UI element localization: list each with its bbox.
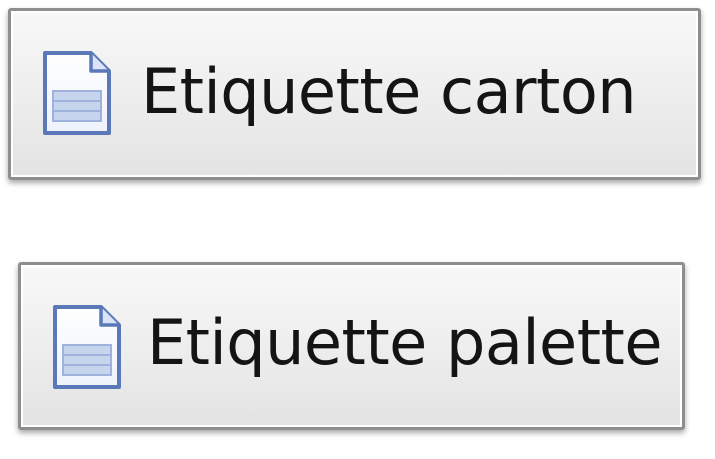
etiquette-palette-button[interactable]: Etiquette palette [18, 262, 685, 430]
document-icon [51, 303, 123, 391]
document-icon [41, 49, 113, 137]
button-label: Etiquette carton [141, 55, 637, 128]
etiquette-carton-button[interactable]: Etiquette carton [8, 8, 701, 180]
button-label: Etiquette palette [147, 306, 662, 379]
